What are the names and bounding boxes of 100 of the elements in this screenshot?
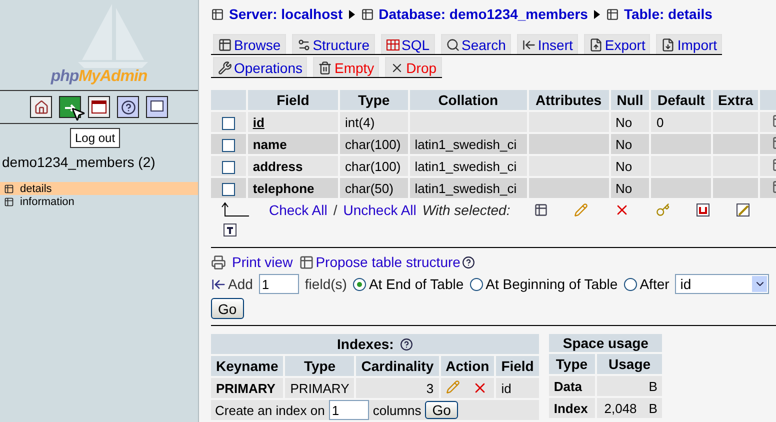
create-index-label: Create an index on	[215, 402, 325, 418]
indexes-header: Indexes:	[211, 334, 539, 354]
table-cell: latin1_swedish_ci	[410, 178, 527, 198]
fulltext-icon[interactable]	[223, 223, 237, 237]
tab[interactable]: Export	[584, 34, 650, 54]
uncheck-all-link[interactable]: Uncheck All	[343, 202, 416, 218]
home-icon	[34, 100, 48, 114]
import-icon	[661, 38, 676, 52]
table-icon	[298, 254, 314, 270]
table-cell: 3	[356, 378, 439, 398]
table-cell: char(50)	[340, 178, 408, 198]
print-view-link[interactable]: Print view	[232, 254, 293, 270]
table-cell: PRIMARY	[285, 378, 354, 398]
go-button[interactable]: Go	[425, 401, 458, 419]
database-name[interactable]: demo1234_members (2)	[0, 154, 156, 170]
row-checkbox[interactable]	[222, 160, 235, 174]
column-count-input[interactable]: 1	[328, 400, 369, 420]
table-cell: char(100)	[340, 156, 408, 176]
table-cell	[712, 134, 758, 154]
table-cell: latin1_swedish_ci	[410, 156, 527, 176]
sql-docs-button[interactable]	[146, 96, 168, 118]
table-icon	[360, 8, 374, 20]
home-button[interactable]	[30, 96, 52, 118]
table-icon	[4, 196, 14, 206]
help-icon[interactable]	[400, 338, 413, 350]
tab[interactable]: Browse	[213, 34, 286, 54]
search-icon	[446, 38, 460, 52]
row-checkbox[interactable]	[222, 182, 235, 196]
unique-icon[interactable]	[696, 203, 710, 217]
radio-button[interactable]	[470, 278, 483, 290]
column-header: Keyname	[211, 356, 284, 376]
table-icon	[4, 184, 14, 194]
query-window-button[interactable]	[88, 96, 110, 118]
table-icon	[211, 8, 224, 20]
after-field-select[interactable]: id	[675, 274, 770, 294]
table-cell: char(100)	[340, 134, 408, 154]
position-radio[interactable]: At Beginning of Table	[470, 276, 618, 292]
column-header: Type	[548, 354, 595, 374]
column-header: Null	[610, 90, 650, 110]
tab[interactable]: Search	[440, 34, 511, 54]
table-cell: latin1_swedish_ci	[410, 134, 527, 154]
tab[interactable]: Structure	[292, 34, 374, 54]
breadcrumb-link[interactable]: Table: details	[606, 6, 712, 22]
help-icon[interactable]	[462, 256, 476, 268]
field-count-input[interactable]: 1	[258, 274, 299, 294]
key-icon[interactable]	[656, 203, 670, 217]
arrow-icon	[348, 10, 355, 18]
breadcrumb-link[interactable]: Database: demo1234_members	[360, 6, 588, 22]
browse-icon[interactable]	[534, 203, 548, 217]
table-list-item[interactable]: information	[0, 195, 198, 208]
table-cell: Index	[548, 398, 595, 418]
usage-value: 2,048	[604, 400, 637, 416]
help-button[interactable]	[117, 96, 139, 118]
breadcrumb-link[interactable]: Server: localhost	[211, 6, 343, 22]
propose-structure-link[interactable]: Propose table structure	[316, 254, 460, 270]
index-icon[interactable]	[736, 203, 750, 217]
mouse-cursor-icon	[70, 106, 86, 122]
trash-icon	[318, 61, 332, 75]
check-all-link[interactable]: Check All	[269, 202, 328, 218]
go-button[interactable]: Go	[211, 298, 244, 319]
table-cell: Data	[548, 376, 595, 396]
fields-label: field(s)	[304, 276, 347, 292]
tab[interactable]: Import	[656, 34, 722, 54]
table-list-item[interactable]: details	[0, 182, 198, 195]
arrow-icon	[594, 10, 600, 18]
insert-icon	[211, 276, 226, 292]
column-header: Type	[340, 90, 408, 110]
table-cell: id	[248, 112, 338, 132]
speech-bubble-icon	[150, 100, 164, 114]
position-radio[interactable]: After	[624, 276, 670, 292]
row-checkbox[interactable]	[222, 138, 235, 152]
row-checkbox[interactable]	[222, 116, 235, 130]
pencil-icon[interactable]	[574, 203, 588, 217]
column-header: Type	[285, 356, 354, 376]
tab[interactable]: Insert	[516, 34, 578, 54]
table-cell: PRIMARY	[211, 378, 284, 398]
usage-unit: B	[648, 378, 658, 394]
columns-label: columns	[372, 402, 422, 418]
export-icon	[588, 38, 603, 52]
radio-button[interactable]	[352, 278, 366, 290]
arrow-icon	[221, 202, 251, 218]
table-cell: No	[610, 156, 650, 176]
wrench-icon	[218, 61, 232, 75]
tab[interactable]: Empty	[313, 57, 380, 77]
header-cell	[211, 90, 246, 110]
radio-button[interactable]	[624, 278, 637, 290]
separator-text: /	[333, 202, 338, 218]
table-cell: No	[610, 112, 650, 132]
help-icon	[120, 100, 136, 114]
table-cell: int(4)	[340, 112, 408, 132]
tab[interactable]: Operations	[213, 57, 308, 77]
table-cell	[651, 134, 711, 154]
usage-unit: B	[648, 400, 658, 416]
position-radio[interactable]: At End of Table	[352, 276, 464, 292]
tooltip: Log out	[70, 128, 120, 148]
table-cell: id	[496, 378, 539, 398]
tab[interactable]: Drop	[385, 57, 442, 77]
tab[interactable]: SQL	[380, 34, 435, 54]
column-header: Collation	[410, 90, 527, 110]
table-icon	[606, 8, 619, 20]
